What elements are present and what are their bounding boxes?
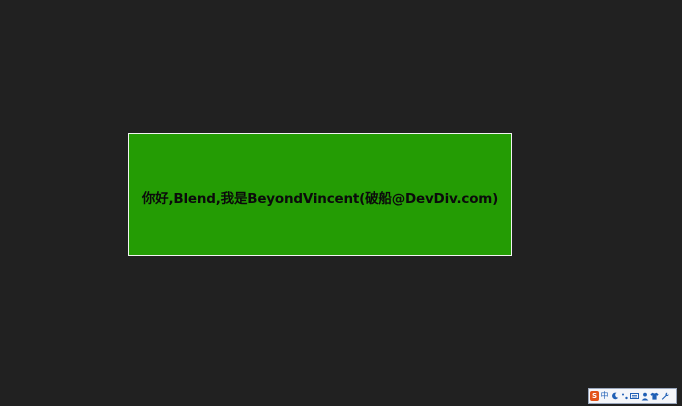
user-icon — [641, 392, 648, 400]
punctuation-icon — [621, 393, 628, 400]
soft-keyboard-button[interactable] — [630, 390, 639, 402]
wrench-settings-icon — [661, 392, 669, 400]
chinese-mode-icon: 中 — [600, 391, 609, 400]
soft-keyboard-icon — [630, 393, 639, 399]
skin-shirt-icon — [650, 392, 659, 400]
app-canvas: 你好,Blend,我是BeyondVincent(破船@DevDiv.com) — [0, 0, 682, 406]
ime-mode-button[interactable]: 中 — [600, 390, 609, 402]
half-width-moon-icon — [611, 392, 618, 400]
settings-button[interactable] — [660, 390, 669, 402]
user-button[interactable] — [640, 390, 649, 402]
punctuation-button[interactable] — [620, 390, 629, 402]
greeting-panel: 你好,Blend,我是BeyondVincent(破船@DevDiv.com) — [128, 133, 512, 256]
greeting-text: 你好,Blend,我是BeyondVincent(破船@DevDiv.com) — [141, 190, 499, 207]
logo-icon: S — [590, 391, 599, 401]
ime-toolbar: S 中 — [588, 388, 677, 404]
ime-logo-button[interactable]: S — [590, 390, 599, 402]
skin-button[interactable] — [650, 390, 659, 402]
half-width-button[interactable] — [610, 390, 619, 402]
